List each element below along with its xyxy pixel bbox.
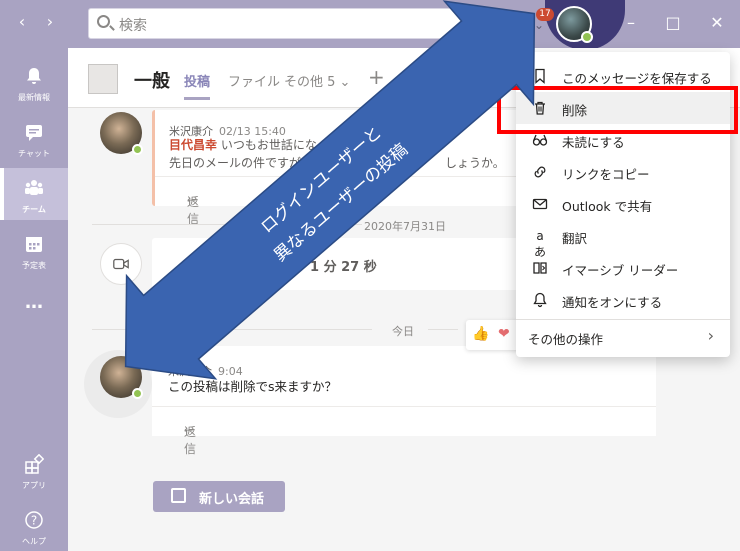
message-text: この投稿は削除でs来ますか？ (168, 379, 338, 394)
menu-item-copy-link[interactable]: リンクをコピー (516, 156, 730, 188)
divider (92, 329, 372, 330)
menu-label: 翻訳 (562, 231, 588, 246)
divider (428, 329, 458, 330)
rail-label: ヘルプ (22, 537, 46, 546)
menu-label: リンクをコピー (562, 167, 650, 182)
back-arrow-icon[interactable]: ‹ (12, 12, 32, 31)
tab-more[interactable]: その他 5 ⌄ (284, 71, 350, 90)
search-input[interactable]: 検索 (88, 8, 486, 39)
tab-files[interactable]: ファイル (228, 71, 280, 90)
new-conversation-button[interactable]: 新しい会話 (153, 481, 285, 512)
new-conversation-label: 新しい会話 (199, 492, 265, 507)
reply-label: 返信 (187, 195, 200, 226)
message-line: 先日のメールの件ですが (169, 156, 302, 170)
close-button[interactable]: ✕ (706, 13, 728, 32)
chat-icon (26, 125, 42, 141)
bell-icon (27, 68, 41, 84)
highlight-box (497, 86, 738, 134)
menu-label: イマーシブ リーダー (562, 263, 679, 278)
team-thumbnail (88, 64, 118, 94)
avatar[interactable] (100, 112, 143, 155)
menu-label: 通知をオンにする (562, 295, 663, 310)
meeting-avatar (100, 243, 142, 285)
forward-arrow-icon[interactable]: › (40, 12, 60, 31)
rail-item-more[interactable]: … (0, 280, 68, 332)
menu-item-immersive-reader[interactable]: イマーシブ リーダー (516, 252, 730, 284)
svg-text:?: ? (31, 514, 37, 528)
menu-label: Outlook で共有 (562, 199, 653, 214)
chevron-right-icon: › (707, 326, 714, 345)
video-call-icon (113, 258, 129, 270)
reply-author: 目代昌幸 (169, 138, 218, 152)
heart-reaction-icon[interactable]: ❤ (498, 326, 510, 342)
calendar-icon (26, 237, 42, 252)
presence-available-icon (132, 144, 143, 155)
rail-item-apps[interactable]: アプリ (0, 444, 68, 496)
apps-icon (25, 453, 45, 474)
compose-icon (171, 488, 186, 503)
translate-icon: aあ (533, 229, 546, 259)
menu-label: このメッセージを保存する (562, 71, 712, 86)
message-line-tail: しょうか。 (445, 156, 505, 170)
glasses-icon (532, 134, 548, 146)
bookmark-icon (535, 68, 545, 84)
presence-available-icon (132, 388, 143, 399)
rail-label: 最新情報 (18, 93, 50, 102)
presence-available-icon (581, 31, 593, 43)
meeting-duration: 1 分 27 秒 (310, 260, 377, 275)
rail-item-teams[interactable]: チーム (0, 168, 68, 220)
chevron-down-icon[interactable]: ⌄ (534, 18, 544, 32)
app-rail: 最新情報 チャット チーム 予定表 … アプリ ? ヘルプ (0, 48, 68, 551)
message-card: 米沢康介 9:04 この投稿は削除でs来ますか？ ↩ 返信 (152, 346, 656, 456)
bell-icon (533, 292, 547, 308)
rail-label: チーム (22, 205, 46, 214)
help-icon: ? (25, 511, 43, 529)
rail-item-calendar[interactable]: 予定表 (0, 224, 68, 276)
title-bar: ‹ › 検索 17 ⌄ – □ ✕ (0, 0, 740, 50)
divider (92, 224, 362, 225)
reply-label: 返信 (184, 425, 197, 456)
channel-title: 一般 (134, 71, 170, 92)
teams-icon (25, 180, 43, 195)
like-reaction-icon[interactable]: 👍 (472, 326, 489, 342)
tab-posts[interactable]: 投稿 (184, 71, 211, 100)
user-avatar[interactable] (556, 6, 593, 43)
menu-item-share-outlook[interactable]: Outlook で共有 (516, 188, 730, 220)
menu-label: 未読にする (562, 135, 625, 150)
menu-item-notifications[interactable]: 通知をオンにする (516, 284, 730, 316)
minimize-button[interactable]: – (620, 13, 642, 32)
avatar[interactable] (100, 356, 143, 399)
reply-button[interactable]: ↩ 返信 (152, 406, 656, 456)
menu-item-translate[interactable]: aあ 翻訳 (516, 220, 730, 259)
rail-label: 予定表 (22, 261, 46, 270)
mail-icon (532, 198, 548, 210)
search-icon (97, 15, 110, 28)
rail-item-chat[interactable]: チャット (0, 112, 68, 164)
rail-item-help[interactable]: ? ヘルプ (0, 500, 68, 551)
link-icon (534, 166, 546, 178)
menu-item-more-actions[interactable]: その他の操作 › (516, 319, 730, 353)
menu-label: その他の操作 (528, 332, 604, 347)
message-line: いつもお世話にな (220, 138, 317, 152)
search-placeholder: 検索 (119, 18, 147, 34)
add-tab-button[interactable]: + (368, 65, 385, 89)
rail-item-activity[interactable]: 最新情報 (0, 56, 68, 108)
rail-label: アプリ (22, 481, 46, 490)
reader-icon (533, 262, 547, 274)
date-separator: 2020年7月31日 (364, 220, 446, 233)
rail-label: チャット (18, 149, 50, 158)
more-icon: … (25, 292, 43, 313)
date-separator: 今日 (392, 325, 414, 338)
maximize-button[interactable]: □ (662, 13, 684, 32)
